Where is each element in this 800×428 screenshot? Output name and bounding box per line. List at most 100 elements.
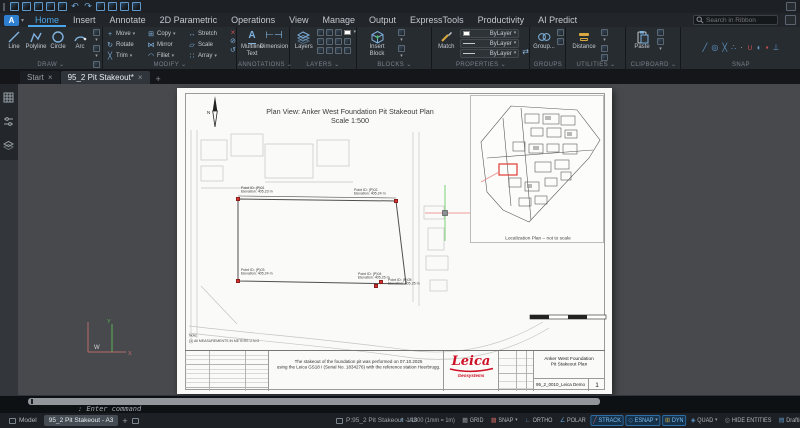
menu-tab-view[interactable]: View (282, 14, 315, 27)
document-tab-start[interactable]: Start× (20, 71, 60, 84)
layout-list-icon[interactable] (132, 418, 139, 424)
close-tab-icon[interactable]: × (48, 73, 53, 82)
undo-arc-icon[interactable]: ↺ (230, 47, 236, 54)
rectangle-icon[interactable] (93, 29, 100, 36)
toggle-ortho[interactable]: ∟ORTHO (522, 415, 555, 426)
caret-down-icon[interactable]: ▾ (655, 418, 657, 423)
menu-tab-productivity[interactable]: Productivity (471, 14, 532, 27)
new-document-tab-button[interactable]: + (151, 74, 166, 84)
customize-toolbar-icon[interactable] (786, 2, 796, 11)
menu-tab-ai-predict[interactable]: AI Predict (531, 14, 584, 27)
toggle-polar[interactable]: ∠POLAR (557, 415, 588, 426)
undo-icon[interactable]: ↶ (70, 2, 80, 11)
group-tool[interactable]: Group... (533, 29, 555, 51)
menu-tab-output[interactable]: Output (362, 14, 403, 27)
swap-linetype-icon[interactable]: ⇄ (522, 47, 529, 56)
add-layout-button[interactable]: + (122, 416, 127, 426)
entity-snap-snap-icon[interactable]: ◐ (757, 43, 762, 53)
stretch-tool[interactable]: ↔Stretch (188, 29, 228, 39)
toggle-quad[interactable]: ◈QUAD▾ (688, 415, 720, 426)
linetype-dropdown[interactable]: ByLayer▾ (460, 39, 520, 48)
circle-tool[interactable]: Circle (47, 29, 69, 51)
distance-tool[interactable]: Distance (571, 29, 597, 51)
layer-unlock-icon[interactable] (326, 47, 333, 54)
dimension-tool[interactable]: ⊢⊣ Dimension (264, 29, 284, 51)
properties-panel-icon[interactable] (3, 116, 14, 127)
layer-on-icon[interactable] (317, 29, 324, 36)
menu-tab-insert[interactable]: Insert (66, 14, 103, 27)
offset-icon[interactable]: ⊘ (230, 38, 236, 45)
intersection-snap-icon[interactable]: ╳ (722, 43, 727, 53)
block-edit-icon[interactable] (398, 29, 405, 36)
drawing-viewport[interactable]: Y X W (0, 84, 800, 395)
move-tool[interactable]: +Move▾ (106, 29, 146, 39)
cut-icon[interactable] (96, 2, 105, 11)
menu-tab-expresstools[interactable]: ExpressTools (403, 14, 471, 27)
endpoint-snap-icon[interactable]: ▪ (766, 43, 769, 53)
layer-color-swatch[interactable] (344, 30, 351, 35)
arc-tool[interactable]: Arc (69, 29, 91, 51)
block-attach-icon[interactable] (398, 45, 405, 52)
layer-isolate-icon[interactable] (317, 38, 324, 45)
measure-icon[interactable] (601, 29, 608, 36)
command-input[interactable] (28, 398, 600, 405)
copy-icon[interactable] (108, 2, 117, 11)
calculator-icon[interactable] (601, 54, 608, 61)
layout-tab[interactable]: 95_2 Pit Stakeout - A3 (44, 415, 119, 426)
layer-dropdown-caret-icon[interactable]: ▾ (353, 30, 356, 35)
toggle-esnap[interactable]: ◇ESNAP▾ (626, 415, 661, 426)
perpendicular-snap-icon[interactable]: ⊥ (772, 43, 779, 53)
copy-clip-icon[interactable] (657, 29, 664, 36)
nearest-snap-icon[interactable]: ╱ (703, 43, 708, 53)
toggle-strack[interactable]: ╱STRACK (590, 415, 623, 426)
multiline-text-tool[interactable]: A Multiline Text (240, 29, 264, 57)
copy-tool[interactable]: ⊞Copy▾ (147, 29, 187, 39)
layer-unisolate-icon[interactable] (326, 38, 333, 45)
annotation-scale[interactable]: +1:1000 (1mm = 1m) (400, 417, 455, 424)
layer-prev-icon[interactable] (344, 47, 351, 54)
close-tab-icon[interactable]: × (138, 73, 143, 82)
menu-tab-2d-parametric[interactable]: 2D Parametric (153, 14, 225, 27)
menu-tab-operations[interactable]: Operations (224, 14, 282, 27)
line-tool[interactable]: Line (3, 29, 25, 51)
layer-off-icon[interactable] (335, 38, 342, 45)
model-tab[interactable]: Model (6, 416, 40, 425)
mirror-tool[interactable]: ⋈Mirror (147, 40, 187, 50)
toggle-dyn[interactable]: ⊞DYN (662, 415, 686, 426)
insert-block-tool[interactable]: Insert Block (364, 29, 390, 57)
layer-thaw-icon[interactable] (344, 38, 351, 45)
application-button[interactable]: A (4, 15, 19, 26)
panel-toggle-icon[interactable] (785, 15, 796, 25)
id-point-icon[interactable] (601, 45, 608, 52)
open-file-icon[interactable] (22, 2, 31, 11)
plot-icon[interactable] (58, 2, 67, 11)
cut-clip-icon[interactable] (657, 38, 664, 45)
structure-panel-icon[interactable] (3, 92, 14, 103)
toggle-grid[interactable]: ▦GRID (459, 415, 486, 426)
fillet-tool[interactable]: ◠Fillet▾ (147, 51, 187, 61)
layer-match-icon[interactable] (335, 47, 342, 54)
paste-tool[interactable]: Paste (631, 29, 653, 51)
layers-tool[interactable]: Layers (292, 29, 315, 51)
layer-lock-icon[interactable] (335, 29, 342, 36)
caret-down-icon[interactable]: ▾ (515, 418, 517, 423)
lineweight-dropdown[interactable]: ByLayer▾ (460, 49, 520, 58)
apparent-intersection-snap-icon[interactable]: ∴ (731, 43, 736, 53)
menu-tab-home[interactable]: Home (28, 14, 66, 27)
toggle-hide-entities[interactable]: ◎HIDE ENTITIES (722, 415, 774, 426)
caret-down-icon[interactable]: ▾ (715, 418, 717, 423)
trim-tool[interactable]: ╳Trim▾ (106, 51, 146, 61)
layer-freeze-icon[interactable] (326, 29, 333, 36)
layer-lock2-icon[interactable] (317, 47, 324, 54)
layers-panel-icon[interactable] (3, 140, 14, 151)
toolbar-grip[interactable] (3, 3, 5, 11)
hatch-icon[interactable] (93, 45, 100, 52)
color-dropdown[interactable]: ByLayer▾ (460, 29, 520, 38)
save-icon[interactable] (34, 2, 43, 11)
center-snap-icon[interactable]: ◎ (711, 43, 718, 53)
match-properties-tool[interactable]: Match (436, 29, 457, 51)
application-button-caret-icon[interactable]: ▾ (21, 17, 24, 24)
toggle-drafting[interactable]: ▤Drafting▾ (776, 415, 800, 426)
toggle-snap[interactable]: ▩SNAP▾ (488, 415, 520, 426)
document-tab-95-2-pit-stakeout[interactable]: 95_2 Pit Stakeout*× (61, 71, 150, 84)
